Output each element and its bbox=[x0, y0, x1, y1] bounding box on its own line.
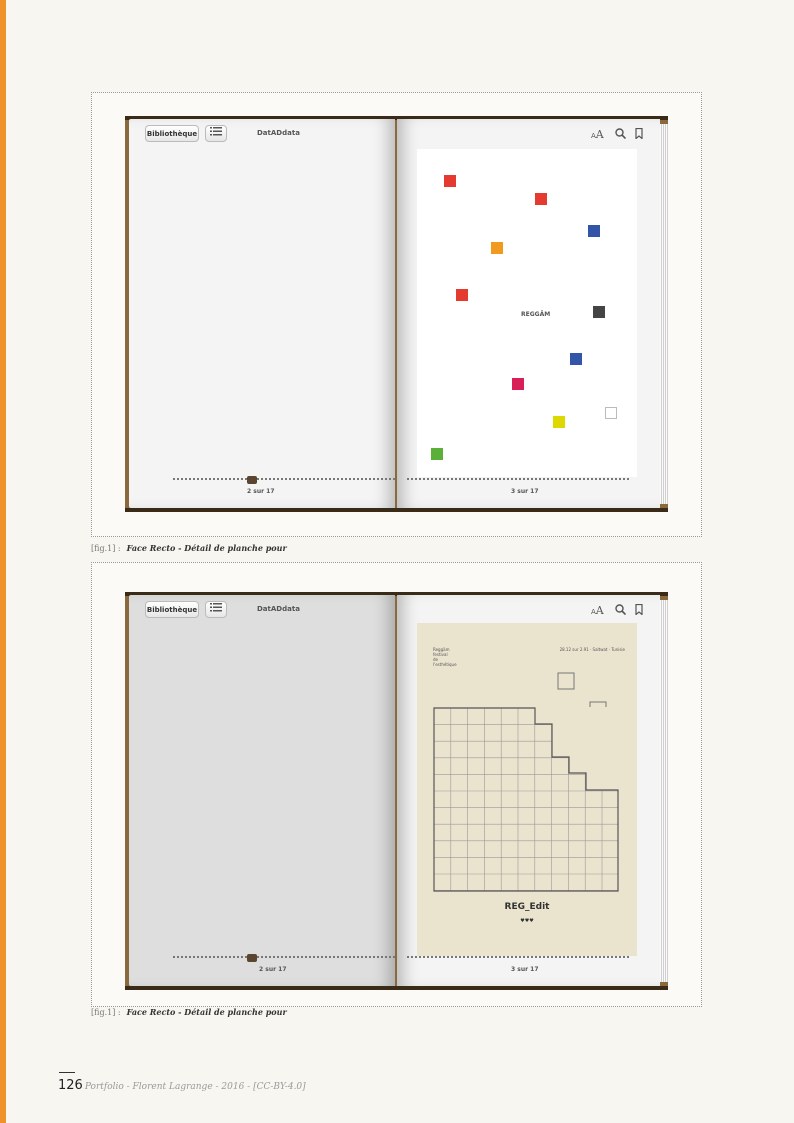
margin-accent-bar bbox=[0, 0, 6, 1123]
page-number: 126 bbox=[58, 1078, 83, 1093]
book-cover-reggam: REGGÄM bbox=[417, 149, 637, 477]
right-page: AA Reggäm festival de l'esthétique 28.12… bbox=[397, 595, 660, 986]
ibooks-spread-1: Bibliothèque DatADdata 2 sur 17 AA REGGÄ… bbox=[125, 116, 668, 512]
left-page-number: 2 sur 17 bbox=[247, 488, 275, 495]
footer-credit: Portfolio - Florent Lagrange - 2016 - [C… bbox=[84, 1082, 306, 1092]
figure-caption-2: [fig.1] : Face Recto - Détail de planche … bbox=[91, 1007, 287, 1017]
color-square bbox=[588, 225, 600, 237]
right-page-number: 3 sur 17 bbox=[511, 488, 539, 495]
page-scrubber[interactable] bbox=[173, 476, 395, 480]
cover-glyph: ♥♥♥ bbox=[520, 918, 534, 924]
left-page: Bibliothèque DatADdata 2 sur 17 bbox=[129, 595, 395, 986]
cover-word: REGGÄM bbox=[521, 311, 551, 318]
left-page-number: 2 sur 17 bbox=[259, 966, 287, 973]
bookmark-icon[interactable] bbox=[635, 604, 643, 615]
figure-frame-1: Bibliothèque DatADdata 2 sur 17 AA REGGÄ… bbox=[91, 92, 702, 537]
cover-title: REG_Edit bbox=[504, 902, 550, 912]
color-square bbox=[593, 306, 605, 318]
list-icon bbox=[210, 603, 222, 612]
right-page: AA REGGÄM 3 sur 17 bbox=[397, 119, 660, 508]
color-square bbox=[512, 378, 524, 390]
search-icon[interactable] bbox=[615, 128, 626, 139]
scrubber-handle[interactable] bbox=[247, 476, 257, 484]
page-scrubber[interactable] bbox=[173, 954, 395, 958]
color-square bbox=[570, 353, 582, 365]
color-square bbox=[491, 242, 503, 254]
font-size-button[interactable]: AA bbox=[591, 604, 604, 617]
library-button[interactable]: Bibliothèque bbox=[145, 125, 199, 142]
color-square bbox=[535, 193, 547, 205]
page-scrubber-right[interactable] bbox=[407, 954, 629, 958]
table-of-contents-button[interactable] bbox=[205, 125, 227, 142]
figure-frame-2: Bibliothèque DatADdata 2 sur 17 AA Reggä… bbox=[91, 562, 702, 1007]
table-of-contents-button[interactable] bbox=[205, 601, 227, 618]
ibooks-spread-2: Bibliothèque DatADdata 2 sur 17 AA Reggä… bbox=[125, 592, 668, 990]
page-scrubber-right[interactable] bbox=[407, 476, 629, 480]
bookmark-icon[interactable] bbox=[635, 128, 643, 139]
scrubber-handle[interactable] bbox=[247, 954, 257, 962]
color-square bbox=[431, 448, 443, 460]
book-title: DatADdata bbox=[257, 605, 300, 613]
figure-caption-1: [fig.1] : Face Recto - Détail de planche … bbox=[91, 543, 287, 553]
left-page: Bibliothèque DatADdata 2 sur 17 bbox=[129, 119, 395, 508]
color-square bbox=[605, 407, 617, 419]
footer-rule bbox=[59, 1072, 75, 1073]
book-cover-reg-edit: Reggäm festival de l'esthétique 28.12 su… bbox=[417, 623, 637, 956]
color-square bbox=[456, 289, 468, 301]
search-icon[interactable] bbox=[615, 604, 626, 615]
page-footer: 126 Portfolio - Florent Lagrange - 2016 -… bbox=[58, 1078, 306, 1093]
library-button[interactable]: Bibliothèque bbox=[145, 601, 199, 618]
right-page-number: 3 sur 17 bbox=[511, 966, 539, 973]
grid-cutout bbox=[535, 707, 619, 790]
font-size-button[interactable]: AA bbox=[591, 128, 604, 141]
book-title: DatADdata bbox=[257, 129, 300, 137]
color-square bbox=[553, 416, 565, 428]
color-square bbox=[444, 175, 456, 187]
list-icon bbox=[210, 127, 222, 136]
